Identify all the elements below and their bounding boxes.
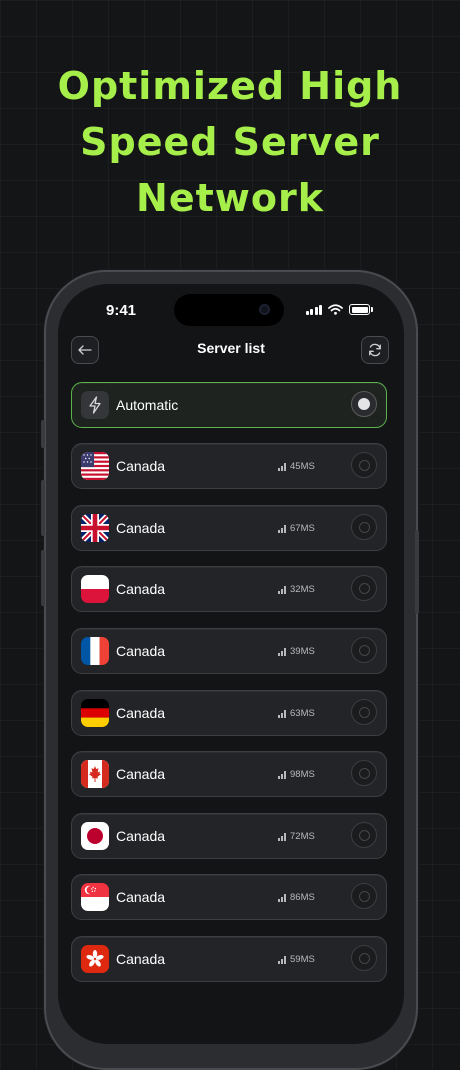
- dynamic-island: [174, 294, 284, 326]
- server-radio[interactable]: [351, 883, 377, 909]
- wifi-icon: [328, 304, 343, 315]
- server-row[interactable]: Canada 59MS: [71, 936, 387, 982]
- server-row[interactable]: Canada 72MS: [71, 813, 387, 859]
- phone-mute-switch: [41, 420, 45, 448]
- server-row[interactable]: Canada 39MS: [71, 628, 387, 674]
- uk-flag-icon: [81, 514, 109, 542]
- server-name: Canada: [116, 889, 166, 905]
- server-row[interactable]: Canada 45MS: [71, 443, 387, 489]
- signal-bars-icon: [278, 893, 286, 902]
- signal-bars-icon: [278, 524, 286, 533]
- germany-flag-icon: [81, 699, 109, 727]
- server-ping: 67MS: [278, 523, 315, 534]
- signal-bars-icon: [278, 647, 286, 656]
- server-radio[interactable]: [351, 637, 377, 663]
- canada-flag-icon: [81, 760, 109, 788]
- signal-bars-icon: [278, 832, 286, 841]
- server-ping: 63MS: [278, 708, 315, 719]
- poland-flag-icon: [81, 575, 109, 603]
- server-name: Canada: [116, 766, 166, 782]
- server-ping: 72MS: [278, 831, 315, 842]
- server-ping: 39MS: [278, 646, 315, 657]
- headline-line-3: Network: [136, 176, 324, 220]
- automatic-label: Automatic: [116, 397, 179, 413]
- singapore-flag-icon: [81, 883, 109, 911]
- server-row[interactable]: Canada 32MS: [71, 566, 387, 612]
- automatic-icon-tile: [81, 391, 109, 419]
- cellular-signal-icon: [305, 304, 322, 315]
- status-time: 9:41: [106, 302, 137, 319]
- ping-value: 72MS: [290, 831, 315, 842]
- server-radio[interactable]: [351, 575, 377, 601]
- signal-bars-icon: [278, 709, 286, 718]
- automatic-radio[interactable]: [351, 391, 377, 417]
- server-name: Canada: [116, 581, 166, 597]
- ping-value: 63MS: [290, 708, 315, 719]
- phone-volume-down: [41, 550, 45, 606]
- headline-line-2: Speed Server: [80, 120, 380, 164]
- ping-value: 98MS: [290, 769, 315, 780]
- server-row[interactable]: Canada 63MS: [71, 690, 387, 736]
- battery-icon: [349, 304, 373, 315]
- server-ping: 32MS: [278, 584, 315, 595]
- server-name: Canada: [116, 458, 166, 474]
- japan-flag-icon: [81, 822, 109, 850]
- page-title: Server list: [197, 340, 265, 356]
- status-icons: [305, 304, 373, 315]
- usa-flag-icon: [81, 452, 109, 480]
- headline-line-1: Optimized High: [57, 64, 403, 108]
- france-flag-icon: [81, 637, 109, 665]
- ping-value: 39MS: [290, 646, 315, 657]
- ping-value: 67MS: [290, 523, 315, 534]
- phone-screen: 9:41 Server list Automatic Canada 45MS C…: [58, 284, 404, 1044]
- promo-headline: Optimized High Speed Server Network: [0, 58, 460, 226]
- camera-icon: [259, 304, 270, 315]
- server-radio[interactable]: [351, 760, 377, 786]
- hong-kong-flag-icon: [81, 945, 109, 973]
- server-row[interactable]: Canada 67MS: [71, 505, 387, 551]
- server-ping: 86MS: [278, 892, 315, 903]
- ping-value: 59MS: [290, 954, 315, 965]
- ping-value: 86MS: [290, 892, 315, 903]
- signal-bars-icon: [278, 955, 286, 964]
- server-name: Canada: [116, 705, 166, 721]
- server-ping: 59MS: [278, 954, 315, 965]
- server-radio[interactable]: [351, 945, 377, 971]
- refresh-icon: [369, 343, 381, 357]
- signal-bars-icon: [278, 770, 286, 779]
- server-name: Canada: [116, 951, 166, 967]
- server-ping: 98MS: [278, 769, 315, 780]
- phone-volume-up: [41, 480, 45, 536]
- server-name: Canada: [116, 520, 166, 536]
- server-row[interactable]: Canada 86MS: [71, 874, 387, 920]
- lightning-bolt-icon: [89, 396, 101, 414]
- signal-bars-icon: [278, 585, 286, 594]
- signal-bars-icon: [278, 462, 286, 471]
- server-radio[interactable]: [351, 699, 377, 725]
- server-radio[interactable]: [351, 822, 377, 848]
- server-name: Canada: [116, 643, 166, 659]
- phone-power-button: [415, 530, 419, 614]
- refresh-button[interactable]: [361, 336, 389, 364]
- server-row[interactable]: Canada 98MS: [71, 751, 387, 797]
- server-ping: 45MS: [278, 461, 315, 472]
- ping-value: 32MS: [290, 584, 315, 595]
- server-radio[interactable]: [351, 514, 377, 540]
- server-name: Canada: [116, 828, 166, 844]
- server-row-automatic[interactable]: Automatic: [71, 382, 387, 428]
- server-radio[interactable]: [351, 452, 377, 478]
- ping-value: 45MS: [290, 461, 315, 472]
